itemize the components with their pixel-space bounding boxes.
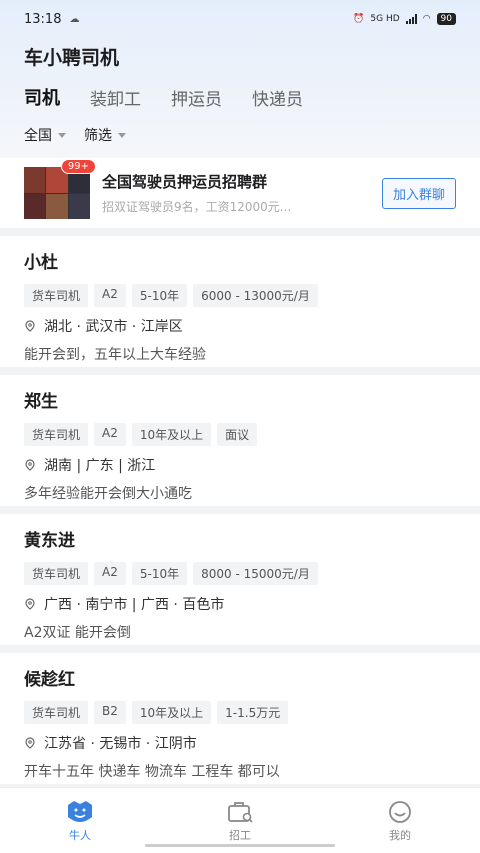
status-bar: 13:18 ☁ ⏰ 5G HD ◠ 90 — [0, 0, 480, 38]
candidate-name: 黄东进 — [24, 531, 75, 551]
tag-experience: 10年及以上 — [131, 423, 212, 446]
nav-mine[interactable]: 我的 — [360, 799, 440, 843]
screen-filter-label: 筛选 — [84, 128, 112, 144]
location-pin-icon — [25, 320, 35, 332]
smiley-icon — [389, 800, 411, 823]
tag-salary: 面议 — [217, 423, 258, 446]
candidate-card[interactable]: 小杜 货车司机 A2 5-10年 6000 - 13000元/月 湖北 · 武汉… — [0, 236, 480, 367]
nav-talent-label: 牛人 — [69, 828, 91, 842]
tag-salary: 6000 - 13000元/月 — [193, 284, 318, 307]
briefcase-search-icon — [228, 801, 253, 823]
battery-icon: 90 — [436, 13, 456, 25]
cloud-icon: ☁ — [69, 13, 80, 25]
unread-badge: 99+ — [60, 159, 96, 174]
candidate-card[interactable]: 黄东进 货车司机 A2 5-10年 8000 - 15000元/月 广西 · 南… — [0, 514, 480, 645]
wifi-icon: ◠ — [422, 14, 431, 24]
caret-down-icon — [58, 132, 66, 138]
candidate-desc: 能开会到，五年以上大车经验 — [24, 347, 206, 363]
tag-salary: 1-1.5万元 — [217, 701, 289, 724]
tab-escort[interactable]: 押运员 — [171, 85, 222, 110]
tab-loader[interactable]: 装卸工 — [90, 85, 141, 110]
banner-subtitle: 招双证驾驶员9名，工资12000元... — [102, 200, 292, 214]
candidate-card[interactable]: 候趁红 货车司机 B2 10年及以上 1-1.5万元 江苏省 · 无锡市 · 江… — [0, 653, 480, 784]
location-pin-icon — [25, 598, 35, 610]
candidate-location: 广西 · 南宁市 | 广西 · 百色市 — [44, 597, 225, 613]
tag-job: 货车司机 — [24, 423, 89, 446]
app-title: 车小聘司机 — [24, 47, 120, 69]
tag-job: 货车司机 — [24, 284, 89, 307]
nav-recruit-label: 招工 — [229, 828, 251, 842]
tag-job: 货车司机 — [24, 701, 89, 724]
nav-recruit[interactable]: 招工 — [200, 799, 280, 843]
bottom-nav: 牛人 招工 我的 — [0, 787, 480, 853]
network-label: 5G HD — [370, 14, 400, 24]
candidate-name: 小杜 — [24, 253, 58, 273]
group-avatar: 99+ — [24, 159, 96, 219]
location-pin-icon — [25, 459, 35, 471]
candidate-location: 湖北 · 武汉市 · 江岸区 — [44, 319, 183, 335]
candidate-name: 郑生 — [24, 392, 58, 412]
status-time: 13:18 — [24, 11, 62, 27]
candidate-desc: 多年经验能开会倒大小通吃 — [24, 486, 192, 502]
region-filter-label: 全国 — [24, 128, 52, 144]
nav-mine-label: 我的 — [389, 828, 411, 842]
location-pin-icon — [25, 737, 35, 749]
candidate-location: 湖南 | 广东 | 浙江 — [44, 458, 156, 474]
candidate-desc: A2双证 能开会倒 — [24, 625, 131, 641]
tag-experience: 5-10年 — [131, 562, 188, 585]
screen-filter[interactable]: 筛选 — [84, 125, 126, 145]
caret-down-icon — [118, 132, 126, 138]
nav-talent[interactable]: 牛人 — [40, 799, 120, 843]
group-banner[interactable]: 99+ 全国驾驶员押运员招聘群 招双证驾驶员9名，工资12000元... 加入群… — [0, 158, 480, 228]
alarm-icon: ⏰ — [353, 14, 365, 24]
person-badge-icon — [68, 800, 92, 822]
candidate-location: 江苏省 · 无锡市 · 江阴市 — [44, 736, 197, 752]
candidate-name: 候趁红 — [24, 670, 75, 690]
tag-license: A2 — [94, 562, 126, 585]
tag-experience: 5-10年 — [131, 284, 188, 307]
signal-icon — [405, 14, 417, 24]
join-group-button[interactable]: 加入群聊 — [381, 177, 456, 209]
region-filter[interactable]: 全国 — [24, 125, 66, 145]
tag-job: 货车司机 — [24, 562, 89, 585]
tag-license: A2 — [94, 284, 126, 307]
banner-title: 全国驾驶员押运员招聘群 — [102, 173, 268, 191]
candidate-desc: 开车十五年 快递车 物流车 工程车 都可以 — [24, 764, 280, 780]
tag-experience: 10年及以上 — [131, 701, 212, 724]
category-tabs: 司机 装卸工 押运员 快递员 — [0, 78, 480, 116]
home-indicator — [145, 844, 335, 847]
header-area: 13:18 ☁ ⏰ 5G HD ◠ 90 车小聘司机 司机 装卸工 押运员 快递… — [0, 0, 480, 158]
filter-bar: 全国 筛选 — [0, 116, 480, 154]
tab-courier[interactable]: 快递员 — [252, 85, 303, 110]
tag-license: B2 — [94, 701, 126, 724]
tag-license: A2 — [94, 423, 126, 446]
tag-salary: 8000 - 15000元/月 — [193, 562, 318, 585]
candidate-card[interactable]: 郑生 货车司机 A2 10年及以上 面议 湖南 | 广东 | 浙江 多年经验能开… — [0, 375, 480, 506]
tab-driver[interactable]: 司机 — [24, 84, 60, 110]
